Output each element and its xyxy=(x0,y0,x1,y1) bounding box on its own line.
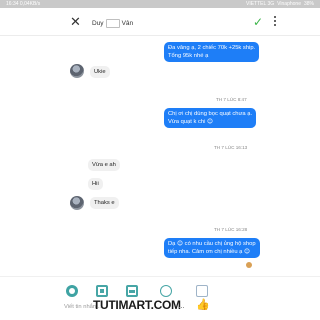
more-vertical-icon[interactable] xyxy=(272,15,278,29)
message-line: Thaks e xyxy=(94,200,115,206)
contact-name-prefix: Duy xyxy=(92,20,104,27)
status-carrier: VIETTEL 3G xyxy=(245,1,275,7)
status-battery: 38% xyxy=(303,1,314,7)
incoming-message[interactable]: Vừa e ah xyxy=(88,159,120,171)
outgoing-message[interactable]: Dạ 😊 có nhu cầu chị ủng hộ shop tiếp nha… xyxy=(164,238,260,258)
read-receipt-avatar xyxy=(246,262,252,268)
outgoing-message[interactable]: Chị ơi chị dùng bọc quạt chưa ạ. Vừa quạ… xyxy=(164,108,257,128)
name-redaction xyxy=(105,19,120,28)
status-time: 16:34 xyxy=(6,1,19,7)
status-extra: Vinaphone xyxy=(277,1,301,7)
message-timestamp: TH 7 LÚC 16:13 xyxy=(214,145,248,150)
message-line: Vừa quạt k chi 😊 xyxy=(168,119,214,125)
message-line: Vừa e ah xyxy=(92,162,116,168)
avatar[interactable] xyxy=(70,196,84,210)
outgoing-message[interactable]: Đa vâng ạ, 2 chiếc 70k +25k ship. Tổng 9… xyxy=(164,42,260,62)
image-icon[interactable] xyxy=(96,285,108,297)
microphone-icon[interactable] xyxy=(196,285,208,297)
incoming-message[interactable]: Ukie xyxy=(90,66,110,78)
like-icon[interactable]: 👍 xyxy=(196,299,210,311)
message-line: Đa vâng ạ, 2 chiếc 70k +25k ship. xyxy=(168,45,256,51)
composer-bar: Viết tin nhắn... TUTIMART.COM ··· 👍 xyxy=(0,276,320,320)
watermark: TUTIMART.COM xyxy=(93,298,181,312)
video-icon[interactable] xyxy=(126,285,138,297)
contact-name-suffix: Vân xyxy=(121,20,134,27)
incoming-message[interactable]: Hii xyxy=(88,178,103,190)
sticker-icon[interactable] xyxy=(66,285,78,297)
chat-header: ✕ Duy Vân ✓ xyxy=(0,8,320,36)
status-network-speed: 0,04KB/s xyxy=(19,1,41,7)
message-line: Hii xyxy=(92,181,99,187)
status-left: 16:34 0,04KB/s xyxy=(6,0,40,8)
avatar[interactable] xyxy=(70,64,84,78)
message-line: tiếp nha. Cảm ơn chị nhiều ạ 😊 xyxy=(168,249,251,255)
check-icon[interactable]: ✓ xyxy=(253,15,263,29)
emoji-icon[interactable] xyxy=(160,285,172,297)
ellipsis-icon[interactable]: ··· xyxy=(178,302,185,312)
close-icon[interactable]: ✕ xyxy=(70,14,81,30)
status-bar: 16:34 0,04KB/s VIETTEL 3G Vinaphone 38% xyxy=(0,0,320,8)
contact-name[interactable]: Duy Vân xyxy=(92,19,133,28)
message-line: Tổng 95k nhé ạ xyxy=(168,53,209,59)
incoming-message[interactable]: Thaks e xyxy=(90,197,119,209)
message-line: Ukie xyxy=(94,69,106,75)
message-timestamp: TH 7 LÚC 8:47 xyxy=(216,97,247,102)
message-line: Dạ 😊 có nhu cầu chị ủng hộ shop xyxy=(168,241,256,247)
message-line: Chị ơi chị dùng bọc quạt chưa ạ. xyxy=(168,111,253,117)
status-right: VIETTEL 3G Vinaphone 38% xyxy=(246,0,314,8)
message-timestamp: TH 7 LÚC 16:28 xyxy=(214,227,248,232)
